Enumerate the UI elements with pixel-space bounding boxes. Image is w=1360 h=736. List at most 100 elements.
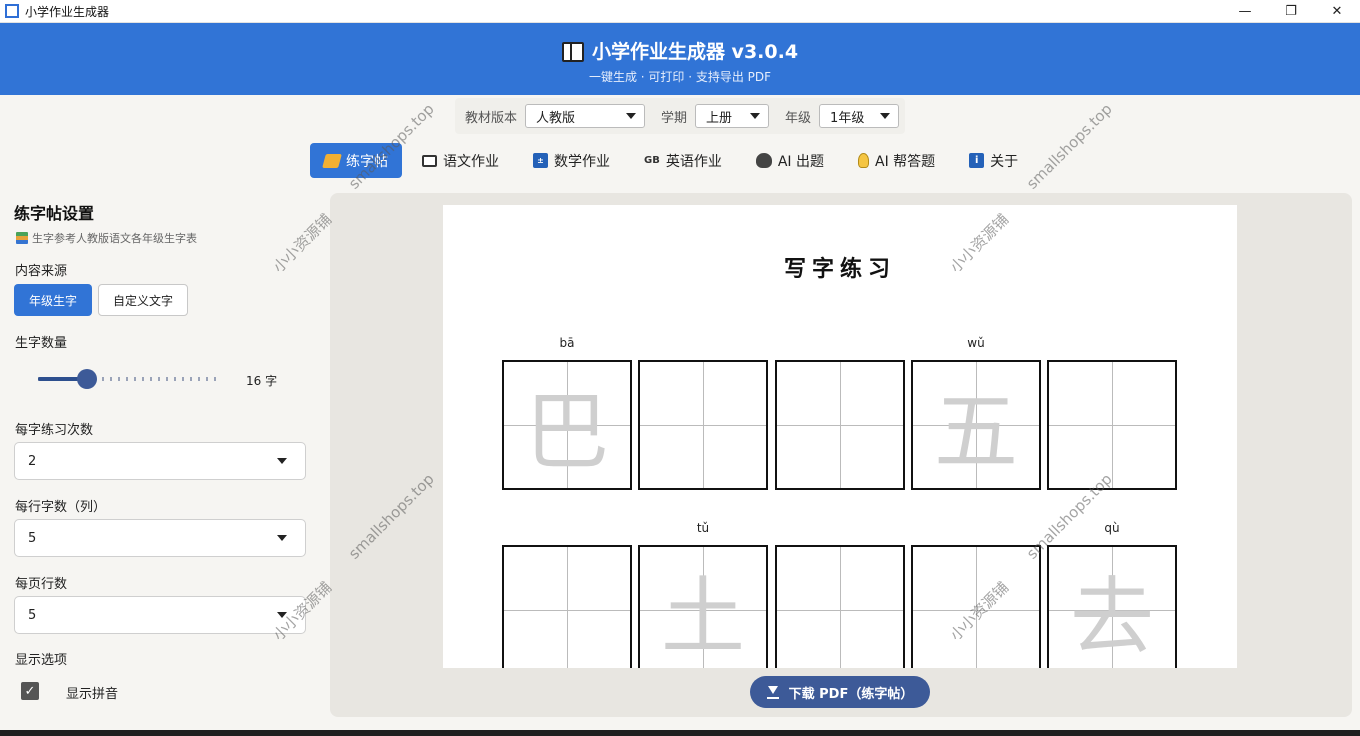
tianzige-cell bbox=[775, 545, 905, 668]
source-custom-text-button[interactable]: 自定义文字 bbox=[98, 284, 188, 316]
tab-chinese[interactable]: 语文作业 bbox=[408, 143, 513, 178]
minimize-button[interactable]: — bbox=[1222, 0, 1268, 23]
close-button[interactable]: ✕ bbox=[1314, 0, 1360, 23]
settings-note-text: 生字参考人教版语文各年级生字表 bbox=[32, 232, 197, 245]
app-title-text: 小学作业生成器 v3.0.4 bbox=[591, 41, 799, 63]
tab-label: AI 出题 bbox=[777, 153, 824, 170]
source-label: 内容来源 bbox=[15, 264, 68, 279]
calculator-icon: ± bbox=[533, 153, 548, 168]
download-pdf-label: 下载 PDF（练字帖） bbox=[788, 686, 914, 702]
trace-character: 巴 bbox=[524, 382, 609, 481]
chevron-down-icon bbox=[277, 612, 287, 618]
repeat-label: 每字练习次数 bbox=[15, 423, 94, 438]
chevron-down-icon bbox=[277, 535, 287, 541]
trace-character bbox=[1049, 362, 1175, 488]
trace-character bbox=[640, 362, 766, 488]
tab-copybook[interactable]: 练字帖 bbox=[310, 143, 402, 178]
cols-label: 每行字数（列） bbox=[15, 500, 107, 515]
watermark-site: smallshops.top bbox=[1023, 99, 1116, 193]
lightbulb-icon bbox=[858, 153, 869, 168]
download-icon bbox=[766, 685, 779, 699]
tianzige-cell bbox=[1047, 360, 1177, 490]
display-label: 显示选项 bbox=[15, 653, 68, 668]
grade-label: 年级 bbox=[785, 110, 812, 126]
settings-panel: 练字帖设置 生字参考人教版语文各年级生字表 内容来源 年级生字 自定义文字 生字… bbox=[0, 190, 320, 736]
tab-ai-questions[interactable]: AI 出题 bbox=[742, 143, 838, 178]
tab-label: 英语作业 bbox=[665, 153, 722, 170]
term-select[interactable]: 上册 bbox=[695, 104, 770, 128]
edition-select[interactable]: 人教版 bbox=[525, 104, 646, 128]
count-value: 16 字 bbox=[246, 374, 278, 388]
chevron-down-icon bbox=[277, 458, 287, 464]
show-pinyin-checkbox[interactable]: ✓ bbox=[21, 682, 39, 700]
tab-about[interactable]: i 关于 bbox=[955, 143, 1032, 178]
repeat-select[interactable]: 2 bbox=[14, 442, 306, 480]
info-icon: i bbox=[969, 153, 985, 168]
edition-label: 教材版本 bbox=[465, 110, 518, 126]
open-book-icon bbox=[561, 42, 584, 62]
show-pinyin-label: 显示拼音 bbox=[66, 687, 119, 702]
app-icon bbox=[5, 4, 19, 18]
main-tabs: 练字帖 语文作业 ± 数学作业 GB 英语作业 AI 出题 AI 帮答题 i 关… bbox=[310, 143, 1032, 178]
chevron-down-icon bbox=[750, 113, 761, 119]
cols-value: 5 bbox=[28, 530, 37, 546]
tianzige-cell bbox=[775, 360, 905, 490]
worksheet-page: 写字练习 bā 巴 wǔ 五 tǔ 土 qù 去 bbox=[443, 205, 1237, 668]
cols-select[interactable]: 5 bbox=[14, 519, 306, 557]
tab-english[interactable]: GB 英语作业 bbox=[630, 143, 736, 178]
cat-icon bbox=[755, 153, 772, 168]
term-label: 学期 bbox=[661, 110, 688, 126]
tab-label: AI 帮答题 bbox=[875, 153, 936, 170]
settings-title: 练字帖设置 bbox=[14, 204, 95, 223]
chevron-down-icon bbox=[880, 113, 891, 119]
tianzige-cell bbox=[911, 545, 1041, 668]
trace-character bbox=[777, 362, 903, 488]
books-icon bbox=[16, 232, 28, 244]
trace-character: 土 bbox=[660, 567, 745, 666]
source-grade-chars-button[interactable]: 年级生字 bbox=[14, 284, 92, 316]
trace-character bbox=[504, 547, 630, 668]
taskbar bbox=[0, 730, 1360, 736]
tianzige-cell: 土 bbox=[638, 545, 768, 668]
tab-label: 关于 bbox=[990, 153, 1019, 170]
count-slider-thumb[interactable] bbox=[77, 369, 98, 389]
trace-character bbox=[777, 547, 903, 668]
tab-ai-answer[interactable]: AI 帮答题 bbox=[844, 143, 949, 178]
maximize-button[interactable]: ❐ bbox=[1268, 0, 1314, 23]
pencil-icon bbox=[322, 153, 342, 168]
app-subtitle: 一键生成 · 可打印 · 支持导出 PDF bbox=[588, 70, 772, 84]
trace-character bbox=[913, 547, 1039, 668]
check-icon: ✓ bbox=[24, 683, 36, 699]
pinyin-label: wǔ bbox=[967, 336, 985, 350]
preview-area: 写字练习 bā 巴 wǔ 五 tǔ 土 qù 去 下载 PDF（练字帖） bbox=[330, 193, 1352, 717]
tab-label: 语文作业 bbox=[443, 153, 499, 170]
grade-select[interactable]: 1年级 bbox=[819, 104, 900, 128]
worksheet-title: 写字练习 bbox=[783, 257, 896, 282]
pinyin-label: qù bbox=[1104, 521, 1120, 535]
term-value: 上册 bbox=[706, 110, 733, 126]
count-label: 生字数量 bbox=[15, 336, 68, 351]
textbook-selector-bar: 教材版本 人教版 学期 上册 年级 1年级 bbox=[455, 98, 905, 134]
tianzige-cell: 五 bbox=[911, 360, 1041, 490]
edition-value: 人教版 bbox=[536, 110, 576, 126]
window-titlebar: 小学作业生成器 — ❐ ✕ bbox=[0, 0, 1360, 23]
settings-note: 生字参考人教版语文各年级生字表 bbox=[16, 230, 197, 246]
tab-label: 练字帖 bbox=[346, 153, 388, 170]
app-header: 小学作业生成器 v3.0.4 一键生成 · 可打印 · 支持导出 PDF bbox=[0, 23, 1360, 95]
gb-flag-icon: GB bbox=[644, 155, 660, 166]
book-icon bbox=[422, 154, 437, 167]
tab-math[interactable]: ± 数学作业 bbox=[519, 143, 624, 178]
pinyin-label: bā bbox=[559, 336, 575, 350]
download-pdf-button[interactable]: 下载 PDF（练字帖） bbox=[750, 676, 930, 708]
rows-value: 5 bbox=[28, 607, 37, 623]
rows-select[interactable]: 5 bbox=[14, 596, 306, 634]
repeat-value: 2 bbox=[28, 453, 37, 469]
pinyin-label: tǔ bbox=[696, 521, 710, 535]
tianzige-cell bbox=[502, 545, 632, 668]
window-controls: — ❐ ✕ bbox=[1222, 0, 1360, 23]
grade-value: 1年级 bbox=[830, 110, 865, 126]
tianzige-cell: 巴 bbox=[502, 360, 632, 490]
tab-label: 数学作业 bbox=[554, 153, 610, 170]
tianzige-cell bbox=[638, 360, 768, 490]
trace-character: 去 bbox=[1069, 567, 1154, 666]
